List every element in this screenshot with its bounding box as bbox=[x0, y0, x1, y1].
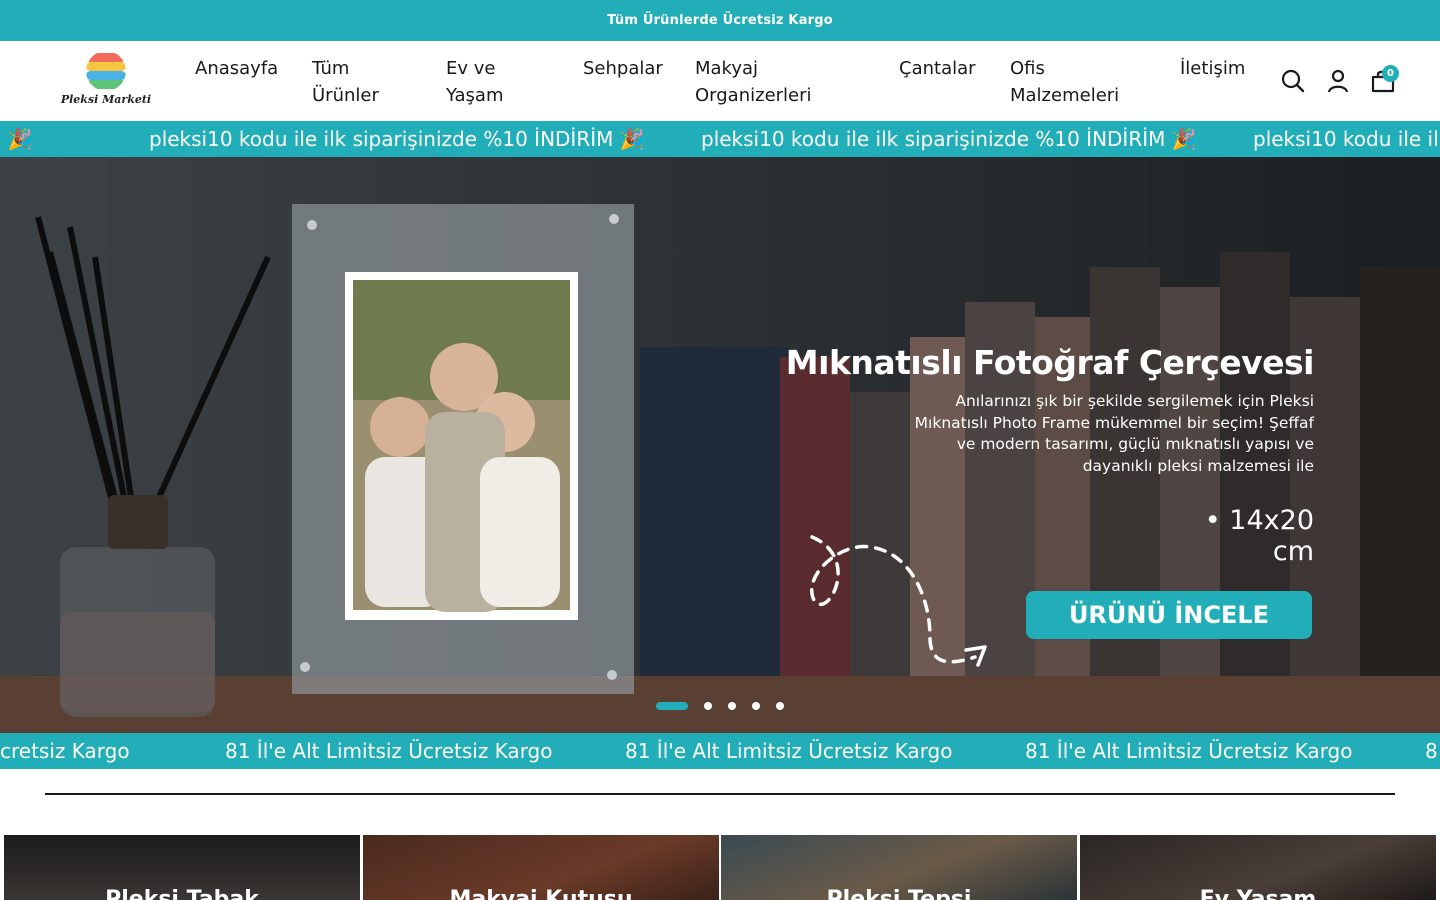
logo-mark bbox=[86, 51, 126, 91]
announcement-text: Tüm Ürünlerde Ücretsiz Kargo bbox=[607, 13, 833, 28]
slider-dot-1[interactable] bbox=[656, 702, 688, 710]
announcement-bar: Tüm Ürünlerde Ücretsiz Kargo bbox=[0, 0, 1440, 41]
slider-dot-3[interactable] bbox=[728, 702, 736, 710]
slider-dot-4[interactable] bbox=[752, 702, 760, 710]
cart-count-badge: 0 bbox=[1382, 65, 1399, 82]
shipping-text: 81 İl'e Alt Limitsiz Ücretsiz Kargo bbox=[1025, 739, 1353, 763]
shipping-marquee: cretsiz Kargo 81 İl'e Alt Limitsiz Ücret… bbox=[0, 733, 1440, 769]
category-label: Pleksi Tepsi bbox=[826, 887, 972, 900]
promo-marquee: İM 🎉 pleksi10 kodu ile ilk siparişinizde… bbox=[0, 121, 1440, 157]
section-divider bbox=[45, 793, 1395, 795]
nav-all-products[interactable]: Tüm Ürünler bbox=[312, 55, 402, 109]
category-card[interactable]: Pleksi Tabak bbox=[4, 835, 360, 900]
nav-home[interactable]: Anasayfa bbox=[195, 55, 295, 82]
hero-title: Mıknatıslı Fotoğraf Çerçevesi bbox=[785, 343, 1315, 382]
nav-contact[interactable]: İletişim bbox=[1180, 55, 1270, 82]
hero-slider[interactable]: Mıknatıslı Fotoğraf Çerçevesi Anılarınız… bbox=[0, 157, 1440, 733]
hero-cta-button[interactable]: ÜRÜNÜ İNCELE bbox=[1026, 591, 1312, 639]
promo-text-fragment-right: pleksi10 kodu ile ilk bbox=[1253, 127, 1440, 151]
promo-text-fragment-left: İM 🎉 bbox=[0, 127, 33, 151]
shipping-text-fragment-right: 81 bbox=[1425, 739, 1440, 763]
promo-text: pleksi10 kodu ile ilk siparişinizde %10 … bbox=[149, 127, 645, 151]
search-icon[interactable] bbox=[1280, 68, 1306, 94]
category-label: Makyaj Kutusu bbox=[449, 887, 633, 900]
nav-office-supplies[interactable]: Ofis Malzemeleri bbox=[1010, 55, 1140, 109]
nav-coffee-tables[interactable]: Sehpalar bbox=[583, 55, 683, 82]
nav-home-living[interactable]: Ev ve Yaşam bbox=[446, 55, 536, 109]
slider-dot-5[interactable] bbox=[776, 702, 784, 710]
site-header: Pleksi Marketi Anasayfa Tüm Ürünler Ev v… bbox=[0, 41, 1440, 121]
hero-description: Anılarınızı şık bir şekilde sergilemek i… bbox=[914, 392, 1314, 475]
category-label: Ev Yaşam bbox=[1199, 887, 1317, 900]
nav-makeup-organizers[interactable]: Makyaj Organizerleri bbox=[695, 55, 845, 109]
category-card[interactable]: Pleksi Tepsi bbox=[721, 835, 1077, 900]
slider-dot-2[interactable] bbox=[704, 702, 712, 710]
brand-name: Pleksi Marketi bbox=[60, 93, 152, 106]
category-label: Pleksi Tabak bbox=[105, 887, 259, 900]
user-icon[interactable] bbox=[1325, 68, 1351, 94]
category-card[interactable]: Makyaj Kutusu bbox=[363, 835, 719, 900]
shipping-text-fragment-left: cretsiz Kargo bbox=[0, 739, 130, 763]
shipping-text: 81 İl'e Alt Limitsiz Ücretsiz Kargo bbox=[625, 739, 953, 763]
category-card[interactable]: Ev Yaşam bbox=[1080, 835, 1436, 900]
nav-bags[interactable]: Çantalar bbox=[899, 55, 999, 82]
brand-logo[interactable]: Pleksi Marketi bbox=[58, 49, 154, 113]
promo-text: pleksi10 kodu ile ilk siparişinizde %10 … bbox=[701, 127, 1197, 151]
shipping-text: 81 İl'e Alt Limitsiz Ücretsiz Kargo bbox=[225, 739, 553, 763]
hero-size: • 14x20 cm bbox=[1204, 505, 1314, 567]
